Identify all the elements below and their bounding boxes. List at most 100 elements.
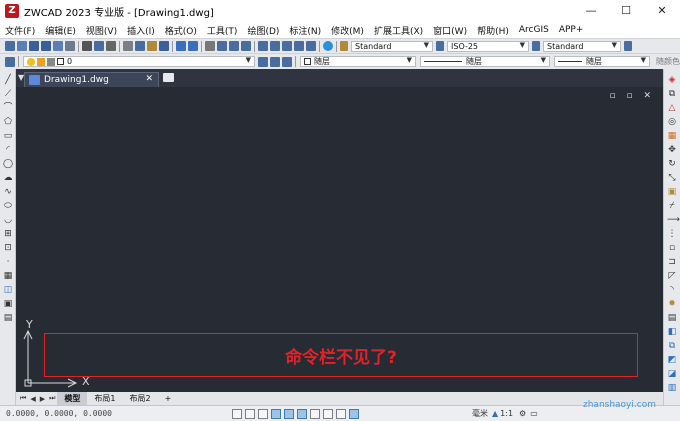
- join-icon[interactable]: ⊐: [667, 257, 677, 267]
- layer-manager-icon[interactable]: [5, 56, 15, 67]
- tab-layout1[interactable]: 布局1: [87, 392, 122, 405]
- extend-icon[interactable]: ⟶: [667, 215, 680, 225]
- scale-icon[interactable]: ⤡: [667, 173, 677, 183]
- linetype-select[interactable]: 随层 ▼: [420, 56, 550, 67]
- layer-state-icon[interactable]: [282, 56, 292, 67]
- units-select[interactable]: 毫米: [472, 408, 488, 419]
- arc-icon[interactable]: ◜: [3, 145, 13, 155]
- make-current-layer-icon[interactable]: [258, 56, 268, 67]
- polar-toggle-icon[interactable]: [270, 408, 281, 419]
- sheet-set-icon[interactable]: [53, 41, 63, 51]
- plot-style-select[interactable]: 随颜色: [656, 56, 680, 67]
- menu-format[interactable]: 格式(O): [165, 24, 197, 37]
- ellipse-arc-icon[interactable]: ◡: [3, 215, 13, 225]
- match-properties-icon[interactable]: [159, 41, 169, 51]
- transparency-toggle-icon[interactable]: [335, 408, 346, 419]
- region-icon[interactable]: ▣: [3, 299, 13, 309]
- chamfer-icon[interactable]: ◸: [667, 271, 677, 281]
- group-icon[interactable]: ▥: [667, 383, 677, 393]
- trim-icon[interactable]: ⌿: [667, 201, 677, 211]
- markup-icon[interactable]: [294, 41, 304, 51]
- line-icon[interactable]: ╱: [3, 75, 13, 85]
- undo-icon[interactable]: [176, 41, 186, 51]
- selection-cycle-toggle-icon[interactable]: [348, 408, 359, 419]
- print-preview-icon[interactable]: [94, 41, 104, 51]
- minimize-button[interactable]: —: [574, 0, 608, 22]
- zoom-window-icon[interactable]: [229, 41, 239, 51]
- insert-block-icon[interactable]: ⊞: [3, 229, 13, 239]
- design-center-icon[interactable]: [270, 41, 280, 51]
- array-icon[interactable]: ▦: [667, 131, 677, 141]
- document-tab[interactable]: Drawing1.dwg ✕: [24, 72, 159, 87]
- tab-layout2[interactable]: 布局2: [123, 392, 158, 405]
- table-icon[interactable]: ▤: [3, 313, 13, 323]
- offset-icon[interactable]: ◎: [667, 117, 677, 127]
- menu-modify[interactable]: 修改(M): [331, 24, 364, 37]
- open-file-icon[interactable]: [17, 41, 27, 51]
- layer-previous-icon[interactable]: [270, 56, 280, 67]
- ortho-toggle-icon[interactable]: [257, 408, 268, 419]
- point-icon[interactable]: ·: [3, 257, 13, 267]
- fillet-icon[interactable]: ◝: [667, 285, 677, 295]
- close-button[interactable]: ✕: [645, 0, 679, 22]
- menu-tools[interactable]: 工具(T): [207, 24, 238, 37]
- prev-layout-icon[interactable]: ◀: [30, 395, 35, 403]
- annotation-scale-icon[interactable]: ▲: [492, 409, 498, 418]
- lineweight-select[interactable]: 随层 ▼: [554, 56, 650, 67]
- text-style-select[interactable]: Standard ▼: [351, 40, 433, 52]
- break-icon[interactable]: ▫: [667, 243, 677, 253]
- hatch-icon[interactable]: ▦: [3, 271, 13, 281]
- maximize-button[interactable]: ☐: [609, 0, 643, 22]
- next-layout-icon[interactable]: ▶: [40, 395, 45, 403]
- menu-arcgis[interactable]: ArcGIS: [519, 25, 549, 35]
- revision-cloud-icon[interactable]: ☁: [3, 173, 13, 183]
- save-icon[interactable]: [29, 41, 39, 51]
- make-block-icon[interactable]: ⊡: [3, 243, 13, 253]
- paste-icon[interactable]: [147, 41, 157, 51]
- pan-icon[interactable]: [205, 41, 215, 51]
- menu-insert[interactable]: 插入(I): [127, 24, 155, 37]
- save-as-icon[interactable]: [41, 41, 51, 51]
- zoom-realtime-icon[interactable]: [217, 41, 227, 51]
- tool-palettes-icon[interactable]: [282, 41, 292, 51]
- quick-select-icon[interactable]: ◪: [667, 369, 677, 379]
- xref-icon[interactable]: ◩: [667, 355, 677, 365]
- block-editor-icon[interactable]: ⧉: [667, 341, 677, 351]
- construction-line-icon[interactable]: ⟋: [3, 89, 13, 99]
- annotation-scale-value[interactable]: 1:1: [500, 409, 513, 418]
- spline-icon[interactable]: ∿: [3, 187, 13, 197]
- polyline-icon[interactable]: ⌒: [3, 103, 13, 113]
- fullscreen-icon[interactable]: ▭: [530, 409, 538, 418]
- menu-window[interactable]: 窗口(W): [433, 24, 467, 37]
- close-tab-icon[interactable]: ✕: [145, 74, 153, 84]
- osnap-toggle-icon[interactable]: [283, 408, 294, 419]
- lineweight-toggle-icon[interactable]: [322, 408, 333, 419]
- menu-dimension[interactable]: 标注(N): [289, 24, 321, 37]
- copy-icon[interactable]: [135, 41, 145, 51]
- menu-draw[interactable]: 绘图(D): [247, 24, 279, 37]
- otrack-toggle-icon[interactable]: [296, 408, 307, 419]
- mirror-icon[interactable]: △: [667, 103, 677, 113]
- color-select[interactable]: 随层 ▼: [300, 56, 416, 67]
- print-icon[interactable]: [82, 41, 92, 51]
- gradient-icon[interactable]: ◫: [3, 285, 13, 295]
- break-at-point-icon[interactable]: ⋮: [667, 229, 677, 239]
- help-icon[interactable]: [323, 41, 333, 51]
- new-tab-icon[interactable]: [163, 73, 174, 82]
- tab-add-layout[interactable]: +: [158, 392, 179, 405]
- properties-icon[interactable]: [258, 41, 268, 51]
- circle-icon[interactable]: ◯: [3, 159, 13, 169]
- dyn-input-toggle-icon[interactable]: [309, 408, 320, 419]
- rotate-icon[interactable]: ↻: [667, 159, 677, 169]
- zoom-previous-icon[interactable]: [241, 41, 251, 51]
- plot-icon[interactable]: [106, 41, 116, 51]
- explode-icon[interactable]: ✸: [667, 299, 677, 309]
- cut-icon[interactable]: [123, 41, 133, 51]
- dim-style-select[interactable]: ISO-25 ▼: [447, 40, 529, 52]
- snap-toggle-icon[interactable]: [231, 408, 242, 419]
- redo-icon[interactable]: [188, 41, 198, 51]
- copy-object-icon[interactable]: ⧉: [667, 89, 677, 99]
- publish-icon[interactable]: [65, 41, 75, 51]
- multileader-style-icon[interactable]: [624, 41, 632, 51]
- tab-model[interactable]: 模型: [57, 392, 88, 405]
